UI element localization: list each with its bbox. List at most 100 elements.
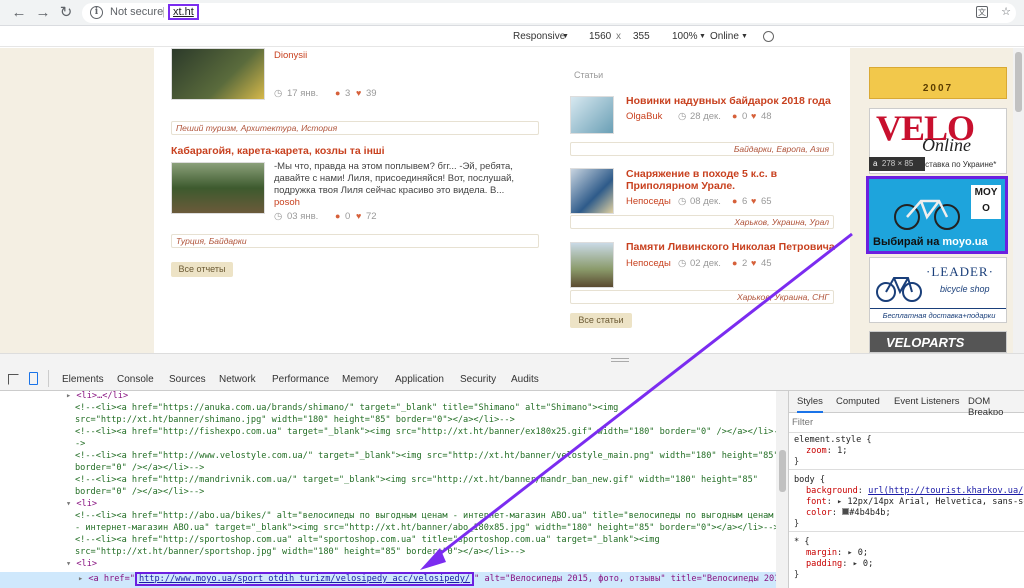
rule-close: }: [794, 519, 800, 529]
tab-styles[interactable]: Styles: [797, 396, 823, 413]
dom-line[interactable]: - интернет-магазин ABO.ua" target="_blan…: [75, 523, 776, 535]
all-reports-button[interactable]: Все отчеты: [171, 262, 233, 277]
dom-line[interactable]: ->: [75, 439, 85, 451]
dom-line[interactable]: <!--<li><a href="https://anuka.com.ua/br…: [75, 403, 618, 415]
device-mode-select[interactable]: Responsive: [513, 31, 565, 42]
tab-event-listeners[interactable]: Event Listeners: [894, 396, 959, 407]
expand-arrow-icon[interactable]: ▾: [66, 559, 71, 569]
article-author[interactable]: Непоседы: [626, 258, 671, 269]
elements-panel[interactable]: ▸ <li>…</li> <!--<li><a href="https://an…: [0, 391, 776, 588]
article-title[interactable]: Новинки надувных байдарок 2018 года: [626, 95, 836, 107]
device-toggle-icon[interactable]: [29, 372, 38, 385]
rule-selector[interactable]: element.style {: [794, 435, 872, 445]
banner-top[interactable]: 2007: [869, 67, 1007, 99]
tab-application[interactable]: Application: [395, 374, 444, 385]
article-tags[interactable]: Байдарки, Европа, Азия: [570, 142, 834, 156]
network-select[interactable]: Online: [710, 31, 739, 42]
reload-icon[interactable]: ↻: [57, 4, 75, 22]
style-declaration[interactable]: color: #4b4b4b;: [806, 508, 891, 518]
article-tags[interactable]: Харьков, Украина, СНГ: [570, 290, 834, 304]
rule-selector[interactable]: * {: [794, 537, 810, 547]
info-icon[interactable]: i: [90, 6, 103, 19]
comment-icon: ●: [335, 88, 341, 98]
width-input[interactable]: 1560: [589, 31, 611, 42]
url-text[interactable]: xt.ht: [168, 4, 199, 20]
height-input[interactable]: 355: [633, 31, 650, 42]
rotate-icon[interactable]: [763, 31, 774, 42]
article-author[interactable]: OlgaBuk: [626, 111, 662, 122]
dom-line[interactable]: src="http://xt.ht/banner/sportshop.jpg" …: [75, 547, 525, 559]
article-tags[interactable]: Пеший туризм, Архитектура, История: [171, 121, 539, 135]
drag-handle-icon[interactable]: [611, 358, 629, 362]
banner-leader-sub: bicycle shop: [940, 284, 990, 294]
article-thumbnail[interactable]: [171, 48, 265, 100]
banner-leader-title: ·LEADER·: [926, 264, 994, 279]
article-title[interactable]: Снаряжение в походе 5 к.с. в Приполярном…: [626, 168, 796, 192]
article-thumbnail[interactable]: [171, 162, 265, 214]
tab-memory[interactable]: Memory: [342, 374, 378, 385]
tab-performance[interactable]: Performance: [272, 374, 329, 385]
style-declaration[interactable]: zoom: 1;: [806, 446, 847, 456]
article-title[interactable]: Кабарагойя, карета-карета, козлы та інші: [171, 145, 531, 157]
translate-icon[interactable]: 文: [976, 6, 988, 18]
article-title[interactable]: Памяти Ливинского Николая Петровича: [626, 241, 836, 253]
styles-filter-input[interactable]: [792, 415, 1018, 430]
dom-line[interactable]: <!--<li><a href="http://abo.ua/bikes/" a…: [75, 511, 773, 523]
zoom-select[interactable]: 100%: [672, 31, 698, 42]
expand-arrow-icon[interactable]: ▸: [66, 391, 71, 401]
dom-line[interactable]: <!--<li><a href="http://mandrivnik.com.u…: [75, 475, 758, 487]
article-date: 08 дек.: [690, 196, 721, 207]
banner-velo-sub: Online: [922, 135, 971, 155]
tab-security[interactable]: Security: [460, 374, 496, 385]
article-author[interactable]: posoh: [274, 197, 300, 208]
expand-arrow-icon[interactable]: ▸: [78, 574, 83, 584]
clock-icon: ◷: [678, 258, 687, 269]
article-thumbnail[interactable]: [570, 168, 614, 214]
forward-arrow-icon[interactable]: →: [34, 4, 52, 22]
all-articles-button[interactable]: Все статьи: [570, 313, 632, 328]
devtools-resize-bar[interactable]: [0, 353, 1024, 367]
dom-line[interactable]: src="http://xt.ht/banner/shimano.jpg" wi…: [75, 415, 515, 427]
tab-divider: [48, 370, 49, 387]
bookmark-star-icon[interactable]: ☆: [1000, 6, 1012, 18]
inspect-icon[interactable]: [8, 374, 19, 385]
style-declaration[interactable]: background: url(http://tourist.kharkov.u…: [806, 486, 1023, 496]
banner-veloparts[interactable]: VELOPARTS: [869, 331, 1007, 353]
article-author[interactable]: Непоседы: [626, 196, 671, 207]
expand-arrow-icon[interactable]: ▾: [66, 499, 71, 509]
address-bar[interactable]: [82, 3, 1016, 23]
dom-line[interactable]: <!--<li><a href="http://fishexpo.com.ua"…: [75, 427, 776, 439]
banner-leader[interactable]: ·LEADER· bicycle shop Бесплатная доставк…: [869, 257, 1007, 323]
tab-computed[interactable]: Computed: [836, 396, 880, 407]
dom-line[interactable]: <!--<li><a href="http://www.velostyle.co…: [75, 451, 776, 463]
dom-line[interactable]: ▸ <li>…</li>: [66, 391, 128, 403]
back-arrow-icon[interactable]: ←: [10, 4, 28, 22]
selected-dom-line[interactable]: ▸ <a href=" http://www.moyo.ua/sport_otdi…: [78, 572, 790, 586]
rule-selector[interactable]: body {: [794, 475, 825, 485]
dom-line[interactable]: border="0" /></a></li>-->: [75, 463, 204, 475]
device-toolbar: Responsive ▼ 1560 x 355 100% ▼ Online ▼: [0, 27, 1024, 47]
style-declaration[interactable]: font: ▸ 12px/14px Arial, Helvetica, sans…: [806, 497, 1024, 507]
selected-href-link[interactable]: http://www.moyo.ua/sport_otdih_turizm/ve…: [134, 572, 475, 586]
article-tags[interactable]: Харьков, Украина, Урал: [570, 215, 834, 229]
style-declaration[interactable]: margin: ▸ 0;: [806, 548, 868, 558]
tab-network[interactable]: Network: [219, 374, 256, 385]
page-scrollbar-thumb[interactable]: [1015, 52, 1022, 112]
dom-line[interactable]: border="0" /></a></li>-->: [75, 487, 204, 499]
article-tags[interactable]: Турция, Байдарки: [171, 234, 539, 248]
style-declaration[interactable]: padding: ▸ 0;: [806, 559, 873, 569]
banner-moyo[interactable]: MOYO Выбирай на moyo.ua: [866, 176, 1008, 254]
article-author[interactable]: Dionysii: [274, 50, 307, 61]
elements-scrollbar-thumb[interactable]: [779, 450, 786, 492]
article-thumbnail[interactable]: [570, 242, 614, 288]
dimension-times: x: [616, 31, 621, 42]
tab-audits[interactable]: Audits: [511, 374, 539, 385]
dom-line[interactable]: <!--<li><a href="http://sportoshop.com.u…: [75, 535, 660, 547]
dom-line[interactable]: ▾ <li>: [66, 559, 97, 571]
tab-console[interactable]: Console: [117, 374, 154, 385]
url-separator: |: [162, 6, 165, 18]
dom-line[interactable]: ▾ <li>: [66, 499, 97, 511]
tab-sources[interactable]: Sources: [169, 374, 206, 385]
article-thumbnail[interactable]: [570, 96, 614, 134]
article-date: 17 янв.: [287, 88, 319, 99]
